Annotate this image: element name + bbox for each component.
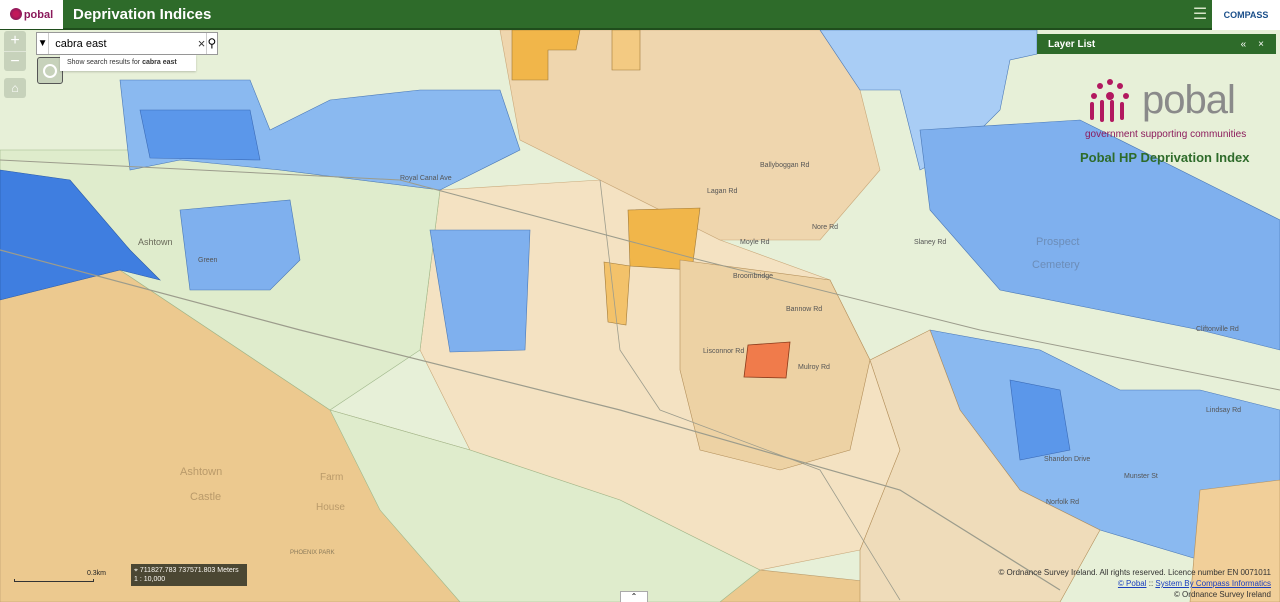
legend-index-name: Pobal HP Deprivation Index xyxy=(1080,150,1250,165)
search-source-dropdown[interactable]: ▼ xyxy=(37,33,50,54)
label-bannow: Bannow Rd xyxy=(786,306,822,313)
search-icon[interactable]: ⚲ xyxy=(205,33,217,54)
label-broombridge: Broombridge xyxy=(733,273,773,280)
compass-logo: COMPASS xyxy=(1212,0,1280,30)
search-bar: ▼ × ⚲ xyxy=(36,32,218,55)
clear-search-icon[interactable]: × xyxy=(197,33,206,54)
area-blue-nw-dark xyxy=(139,109,261,161)
attribution: © Ordnance Survey Ireland. All rights re… xyxy=(998,567,1271,600)
scale-bar-label: 0.3km xyxy=(86,570,106,577)
label-lisconnor: Lisconnor Rd xyxy=(703,348,744,355)
label-royal-canal: Royal Canal Ave xyxy=(400,175,452,182)
crosshair-icon: ⌖ xyxy=(134,567,138,574)
app-window: pobal Deprivation Indices ☰ COMPASS Roya… xyxy=(0,0,1280,602)
app-header: pobal Deprivation Indices ☰ COMPASS xyxy=(0,0,1280,30)
layer-list-title: Layer List xyxy=(1048,38,1096,50)
label-nore: Nore Rd xyxy=(812,224,838,231)
label-lindsay: Lindsay Rd xyxy=(1206,407,1241,414)
legend-logo: pobal government supporting communities … xyxy=(1080,74,1260,174)
coordinates-xy: ⌖ 711827.783 737571.803 Meters xyxy=(134,567,239,574)
label-castle: Castle xyxy=(190,491,221,503)
attribution-line2: © Pobal :: System By Compass Informatics xyxy=(1117,579,1271,588)
pobal-link[interactable]: © Pobal xyxy=(1118,579,1147,588)
pobal-mark-icon xyxy=(1090,79,1129,122)
layer-list-panel: Layer List « × xyxy=(1037,34,1276,54)
bottom-panel-toggle[interactable]: ⌃ xyxy=(620,591,648,602)
label-house: House xyxy=(316,502,345,513)
attribution-line1: © Ordnance Survey Ireland. All rights re… xyxy=(998,568,1271,577)
label-cemetery: Cemetery xyxy=(1032,259,1080,271)
legend-tagline: government supporting communities xyxy=(1085,129,1247,140)
coordinates-scale: 1 : 10,000 xyxy=(134,576,166,583)
scale-bar-line xyxy=(14,579,94,582)
layers-icon[interactable]: ☰ xyxy=(1190,5,1210,25)
search-input[interactable] xyxy=(49,33,198,54)
scale-bar: 0.3km xyxy=(14,570,106,583)
label-moyle: Moyle Rd xyxy=(740,239,770,246)
area-highlight-red[interactable] xyxy=(743,341,791,379)
label-phoenix-park: PHOENIX PARK xyxy=(290,550,335,556)
area-blue-kinvara xyxy=(179,199,301,291)
area-orange-mid xyxy=(627,207,701,271)
chevron-up-icon: ⌃ xyxy=(630,592,638,601)
app-title: Deprivation Indices xyxy=(73,5,212,23)
legend-pobal-word: pobal xyxy=(1142,78,1236,122)
label-munster: Munster St xyxy=(1124,473,1158,480)
label-shandon-drive: Shandon Drive xyxy=(1044,456,1090,463)
zoom-in-button[interactable]: + xyxy=(4,31,26,51)
label-prospect: Prospect xyxy=(1036,236,1079,248)
label-cliftonville: Cliftonville Rd xyxy=(1196,326,1239,333)
label-mulroy: Mulroy Rd xyxy=(798,364,830,371)
pobal-logo: pobal xyxy=(0,0,63,29)
coordinates-readout[interactable]: ⌖ 711827.783 737571.803 Meters 1 : 10,00… xyxy=(131,564,247,586)
label-kinvara: Green xyxy=(198,257,218,264)
area-orange-north2 xyxy=(611,30,641,71)
label-norfolk: Norfolk Rd xyxy=(1046,499,1079,506)
label-farm: Farm xyxy=(320,472,343,483)
zoom-controls: + − xyxy=(4,31,26,71)
home-button[interactable]: ⌂ xyxy=(4,78,26,98)
locate-icon xyxy=(43,63,57,78)
pobal-logo-icon xyxy=(9,7,22,20)
collapse-icon[interactable]: « xyxy=(1241,39,1247,50)
area-orange-mid2 xyxy=(603,261,631,326)
label-slaney: Slaney Rd xyxy=(914,239,946,246)
close-icon[interactable]: × xyxy=(1258,39,1264,50)
zoom-out-button[interactable]: − xyxy=(4,51,26,71)
label-ashtown: Ashtown xyxy=(180,466,222,478)
label-ballyboggan: Ballyboggan Rd xyxy=(760,162,810,169)
attribution-line3: © Ordnance Survey Ireland xyxy=(1173,590,1271,599)
label-lagan: Lagan Rd xyxy=(707,188,737,195)
label-ashtown-area: Ashtown xyxy=(138,237,173,247)
search-suggestion[interactable]: Show search results for cabra east xyxy=(60,55,196,71)
compass-link[interactable]: System By Compass Informatics xyxy=(1155,579,1271,588)
